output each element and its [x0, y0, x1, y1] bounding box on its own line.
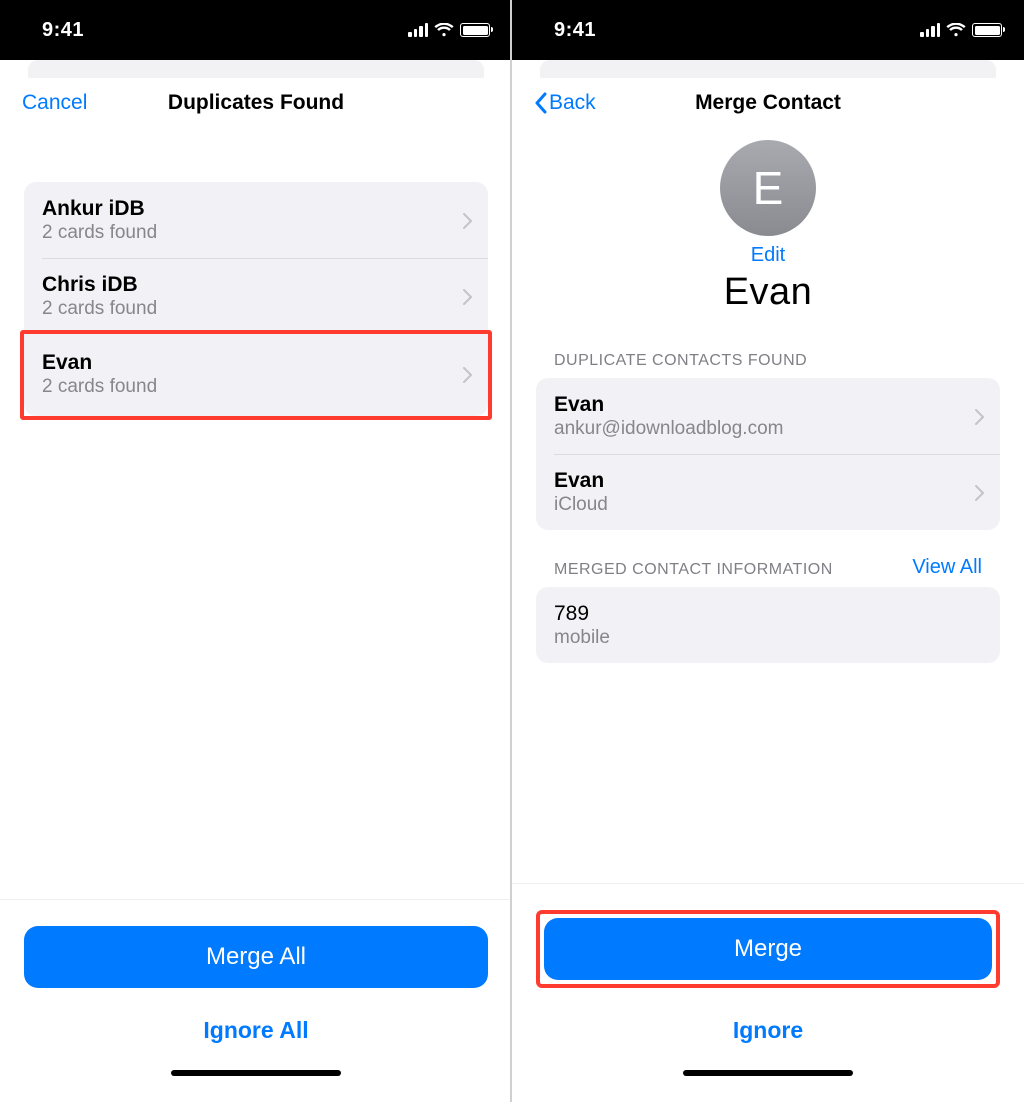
- status-bar: 9:41: [0, 0, 512, 60]
- duplicate-contact-row[interactable]: Evan ankur@idownloadblog.com: [536, 378, 1000, 454]
- row-subtitle: 2 cards found: [42, 297, 463, 322]
- merge-button[interactable]: Merge: [544, 918, 992, 980]
- view-all-button[interactable]: View All: [912, 556, 982, 579]
- row-title: Evan: [554, 392, 975, 417]
- sheet-behind: [540, 60, 996, 78]
- chevron-left-icon: [534, 92, 547, 114]
- battery-icon: [972, 23, 1002, 37]
- merge-all-button[interactable]: Merge All: [24, 926, 488, 988]
- cellular-icon: [408, 23, 428, 37]
- ignore-all-button[interactable]: Ignore All: [24, 1002, 488, 1058]
- row-subtitle: ankur@idownloadblog.com: [554, 417, 975, 442]
- contact-name: Evan: [724, 271, 813, 314]
- cellular-icon: [920, 23, 940, 37]
- status-bar: 9:41: [512, 0, 1024, 60]
- row-title: Evan: [42, 350, 463, 375]
- home-indicator: [171, 1070, 341, 1076]
- highlighted-row-frame: Evan 2 cards found: [20, 330, 492, 420]
- wifi-icon: [946, 23, 966, 37]
- duplicate-row[interactable]: Ankur iDB 2 cards found: [24, 182, 488, 258]
- ignore-button[interactable]: Ignore: [536, 1002, 1000, 1058]
- row-subtitle: iCloud: [554, 493, 975, 518]
- row-title: Ankur iDB: [42, 196, 463, 221]
- row-title: Evan: [554, 468, 975, 493]
- merged-section-header: MERGED CONTACT INFORMATION View All: [536, 556, 1000, 587]
- contact-header: E Edit Evan: [536, 132, 1000, 328]
- row-subtitle: mobile: [554, 626, 984, 651]
- phone-left: 9:41 Cancel Duplicates Found Ankur iDB: [0, 0, 512, 1102]
- duplicate-contacts-list: Evan ankur@idownloadblog.com Evan iCloud: [536, 378, 1000, 530]
- footer: Merge Ignore: [512, 883, 1024, 1102]
- footer: Merge All Ignore All: [0, 899, 512, 1102]
- status-time: 9:41: [554, 19, 596, 42]
- wifi-icon: [434, 23, 454, 37]
- phone-right: 9:41 Back Merge Contact E Edit E: [512, 0, 1024, 1102]
- back-label: Back: [549, 91, 596, 115]
- duplicate-row-highlighted[interactable]: Evan 2 cards found: [24, 334, 488, 416]
- battery-icon: [460, 23, 490, 37]
- row-subtitle: 2 cards found: [42, 221, 463, 246]
- merged-info-row[interactable]: 789 mobile: [536, 587, 1000, 663]
- avatar: E: [720, 140, 816, 236]
- merged-info-list: 789 mobile: [536, 587, 1000, 663]
- chevron-right-icon: [463, 289, 472, 305]
- sheet-behind: [28, 60, 484, 78]
- highlighted-merge-frame: Merge: [536, 910, 1000, 988]
- back-button[interactable]: Back: [534, 91, 596, 115]
- home-indicator: [683, 1070, 853, 1076]
- row-title: 789: [554, 601, 984, 626]
- cancel-button[interactable]: Cancel: [22, 91, 87, 115]
- duplicates-section-header: DUPLICATE CONTACTS FOUND: [536, 352, 1000, 378]
- chevron-right-icon: [463, 213, 472, 229]
- duplicate-contact-row[interactable]: Evan iCloud: [536, 454, 1000, 530]
- duplicate-row[interactable]: Chris iDB 2 cards found: [24, 258, 488, 334]
- status-time: 9:41: [42, 19, 84, 42]
- nav-bar: Cancel Duplicates Found: [0, 78, 512, 128]
- edit-button[interactable]: Edit: [751, 244, 785, 267]
- chevron-right-icon: [463, 367, 472, 383]
- status-icons: [920, 23, 1002, 37]
- status-icons: [408, 23, 490, 37]
- row-subtitle: 2 cards found: [42, 375, 463, 400]
- row-title: Chris iDB: [42, 272, 463, 297]
- duplicates-list: Ankur iDB 2 cards found Chris iDB 2 card…: [24, 182, 488, 334]
- chevron-right-icon: [975, 409, 984, 425]
- chevron-right-icon: [975, 485, 984, 501]
- nav-bar: Back Merge Contact: [512, 78, 1024, 128]
